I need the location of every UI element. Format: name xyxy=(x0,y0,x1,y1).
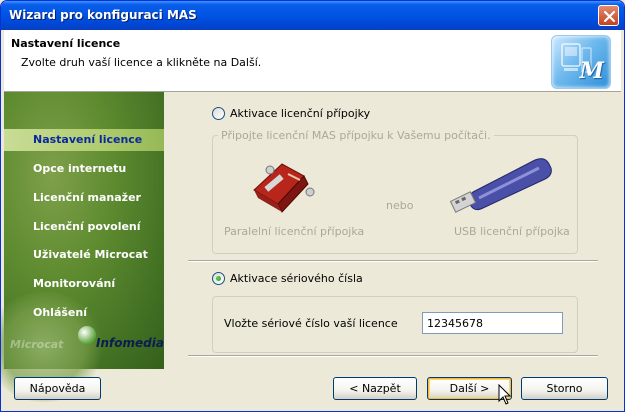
step-license-settings: Nastavení licence xyxy=(33,133,143,146)
wizard-steps-sidebar: Microcat Nastavení licence Opce internet… xyxy=(1,92,164,402)
title-bar[interactable]: Wizard pro konfiguraci MAS xyxy=(1,1,624,30)
back-button[interactable]: < Nazpět xyxy=(333,377,417,400)
step-license-manager: Licenční manažer xyxy=(33,191,141,204)
or-text: nebo xyxy=(386,199,414,212)
step-registration: Ohlášení xyxy=(33,306,87,319)
step-internet-options: Opce internetu xyxy=(33,162,127,175)
cancel-button[interactable]: Storno xyxy=(521,377,608,400)
radio-selected-dot xyxy=(216,276,221,281)
parallel-dongle-label: Paralelní licenční přípojka xyxy=(224,225,365,238)
mas-logo: M xyxy=(551,35,611,89)
step-license-permission: Licenční povolení xyxy=(33,220,141,233)
close-icon xyxy=(603,10,616,23)
brand-name: Infomedia xyxy=(96,336,164,350)
radio-serial-activation[interactable] xyxy=(212,272,225,285)
serial-number-label: Vložte sériové číslo vaší licence xyxy=(224,317,398,330)
radio-dongle-activation[interactable] xyxy=(212,107,225,120)
dongle-group-caption: Připojte licenční MAS přípojku k Vašemu … xyxy=(218,129,494,142)
separator-bottom xyxy=(188,355,598,357)
close-button[interactable] xyxy=(598,5,619,26)
page-title: Nastavení licence xyxy=(11,37,121,50)
separator-top xyxy=(188,260,598,262)
radio-serial-label[interactable]: Aktivace sériového čísla xyxy=(230,272,363,285)
window-title: Wizard pro konfiguraci MAS xyxy=(9,8,197,22)
radio-dongle-label[interactable]: Aktivace licenční přípojky xyxy=(230,107,370,120)
usb-dongle-label: USB licenční přípojka xyxy=(454,225,570,238)
sidebar-watermark: Microcat xyxy=(10,338,64,351)
serial-number-input[interactable] xyxy=(422,312,563,334)
parallel-dongle-icon xyxy=(253,163,315,213)
infomedia-icon xyxy=(78,326,96,344)
wizard-window: Wizard pro konfiguraci MAS Nastavení lic… xyxy=(0,0,625,412)
logo-letter: M xyxy=(579,58,604,84)
step-microcat-users: Uživatelé Microcat xyxy=(33,248,148,261)
step-monitoring: Monitorování xyxy=(33,277,116,290)
mouse-cursor-icon xyxy=(498,384,512,405)
page-subtitle: Zvolte druh vaší licence a klikněte na D… xyxy=(21,56,262,69)
help-button[interactable]: Nápověda xyxy=(14,377,101,400)
wizard-header: Nastavení licence Zvolte druh vaší licen… xyxy=(4,30,621,92)
wizard-content: Aktivace licenční přípojky Připojte lice… xyxy=(164,92,621,369)
usb-dongle-icon xyxy=(449,158,552,213)
